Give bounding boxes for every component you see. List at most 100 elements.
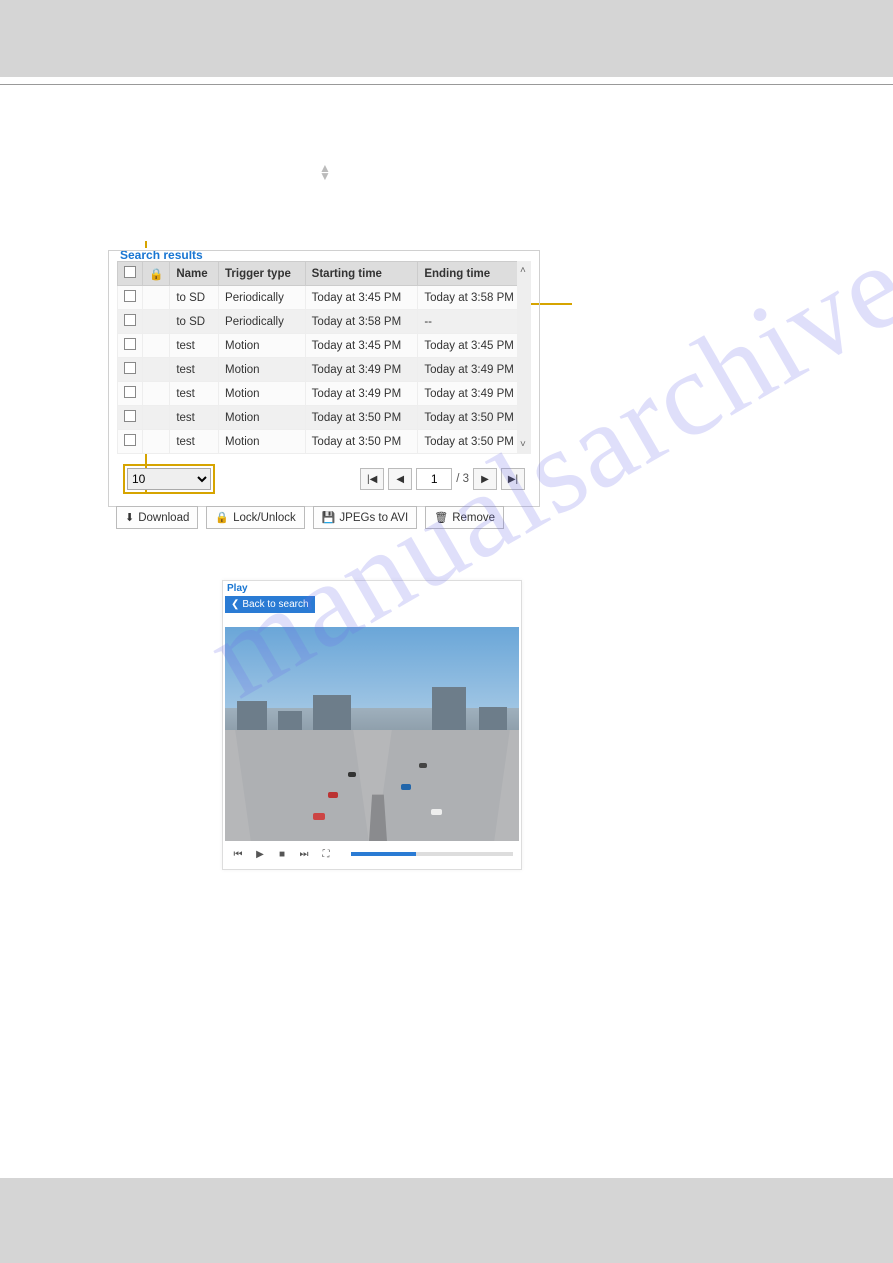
checkbox-icon[interactable]: [124, 362, 136, 374]
next-frame-button[interactable]: ⏭: [297, 847, 311, 861]
results-table: 🔒 Name Trigger type Starting time Ending…: [117, 261, 531, 454]
lock-icon: 🔒: [215, 511, 229, 524]
next-page-button[interactable]: ▶: [473, 468, 497, 490]
row-start: Today at 3:50 PM: [305, 430, 418, 454]
sort-indicator-icon: ▲▼: [319, 164, 331, 180]
page-size-select[interactable]: 10: [127, 468, 211, 490]
back-to-search-button[interactable]: ❮Back to search: [225, 596, 315, 613]
row-end: Today at 3:49 PM: [418, 382, 531, 406]
row-start: Today at 3:58 PM: [305, 310, 418, 334]
row-end: Today at 3:49 PM: [418, 358, 531, 382]
col-trigger[interactable]: Trigger type: [219, 262, 306, 286]
row-checkbox-cell[interactable]: [118, 358, 143, 382]
row-checkbox-cell[interactable]: [118, 310, 143, 334]
play-button[interactable]: ▶: [253, 847, 267, 861]
row-checkbox-cell[interactable]: [118, 286, 143, 310]
lock-label: Lock/Unlock: [233, 512, 296, 524]
back-label: Back to search: [242, 599, 308, 610]
download-label: Download: [138, 512, 189, 524]
table-scrollbar[interactable]: ˄ ˅: [517, 261, 531, 454]
row-end: Today at 3:50 PM: [418, 406, 531, 430]
download-icon: ⬇: [125, 511, 134, 524]
row-name: to SD: [170, 310, 219, 334]
player-title: Play: [225, 583, 519, 596]
row-lock-cell: [143, 286, 170, 310]
pager: 10 |◀ ◀ / 3 ▶ ▶|: [117, 454, 531, 498]
row-lock-cell: [143, 406, 170, 430]
row-trigger: Periodically: [219, 286, 306, 310]
col-end[interactable]: Ending time: [418, 262, 531, 286]
save-icon: 💾: [322, 511, 336, 524]
checkbox-icon[interactable]: [124, 290, 136, 302]
row-checkbox-cell[interactable]: [118, 382, 143, 406]
checkbox-icon[interactable]: [124, 410, 136, 422]
row-start: Today at 3:49 PM: [305, 358, 418, 382]
col-start[interactable]: Starting time: [305, 262, 418, 286]
table-row[interactable]: to SDPeriodicallyToday at 3:45 PMToday a…: [118, 286, 531, 310]
lock-unlock-button[interactable]: 🔒 Lock/Unlock: [206, 506, 304, 529]
table-row[interactable]: testMotionToday at 3:45 PMToday at 3:45 …: [118, 334, 531, 358]
jpeg-to-avi-button[interactable]: 💾JPEGs to AVI: [313, 506, 418, 529]
row-lock-cell: [143, 334, 170, 358]
row-trigger: Motion: [219, 382, 306, 406]
download-button[interactable]: ⬇ Download: [116, 506, 198, 529]
video-player-panel: Play ❮Back to search (TCP-AV) 2016/06/08…: [222, 580, 522, 870]
row-lock-cell: [143, 310, 170, 334]
row-trigger: Motion: [219, 334, 306, 358]
row-end: Today at 3:50 PM: [418, 430, 531, 454]
row-name: test: [170, 358, 219, 382]
row-name: test: [170, 406, 219, 430]
table-row[interactable]: testMotionToday at 3:50 PMToday at 3:50 …: [118, 430, 531, 454]
checkbox-icon[interactable]: [124, 338, 136, 350]
row-start: Today at 3:50 PM: [305, 406, 418, 430]
remove-button[interactable]: 🗑Remove: [425, 506, 504, 529]
progress-fill: [351, 852, 416, 856]
row-end: Today at 3:58 PM: [418, 286, 531, 310]
row-trigger: Motion: [219, 406, 306, 430]
trash-icon: 🗑: [434, 511, 448, 524]
checkbox-icon[interactable]: [124, 314, 136, 326]
table-row[interactable]: testMotionToday at 3:49 PMToday at 3:49 …: [118, 358, 531, 382]
table-row[interactable]: testMotionToday at 3:49 PMToday at 3:49 …: [118, 382, 531, 406]
row-end: Today at 3:45 PM: [418, 334, 531, 358]
jpeg-label: JPEGs to AVI: [339, 512, 408, 524]
header-bar: [0, 0, 893, 77]
prev-frame-button[interactable]: ⏮: [231, 847, 245, 861]
col-lock-icon: 🔒: [143, 262, 170, 286]
action-bar: ⬇ Download 🔒 Lock/Unlock 💾JPEGs to AVI 🗑Re…: [116, 506, 504, 529]
row-checkbox-cell[interactable]: [118, 430, 143, 454]
row-lock-cell: [143, 382, 170, 406]
row-name: to SD: [170, 286, 219, 310]
stop-button[interactable]: ■: [275, 847, 289, 861]
last-page-button[interactable]: ▶|: [501, 468, 525, 490]
row-lock-cell: [143, 358, 170, 382]
scroll-down-icon[interactable]: ˅: [520, 439, 526, 450]
col-name[interactable]: Name: [170, 262, 219, 286]
row-trigger: Periodically: [219, 310, 306, 334]
row-trigger: Motion: [219, 358, 306, 382]
fullscreen-button[interactable]: ⛶: [319, 847, 333, 861]
row-checkbox-cell[interactable]: [118, 406, 143, 430]
total-pages-label: / 3: [456, 473, 469, 485]
scroll-up-icon[interactable]: ˄: [520, 265, 526, 276]
col-select-all[interactable]: [118, 262, 143, 286]
row-lock-cell: [143, 430, 170, 454]
checkbox-icon[interactable]: [124, 386, 136, 398]
row-start: Today at 3:45 PM: [305, 334, 418, 358]
current-page-input[interactable]: [416, 468, 452, 490]
first-page-button[interactable]: |◀: [360, 468, 384, 490]
progress-bar[interactable]: [351, 852, 513, 856]
row-start: Today at 3:45 PM: [305, 286, 418, 310]
table-row[interactable]: to SDPeriodicallyToday at 3:58 PM--: [118, 310, 531, 334]
search-results-panel: 🔒 Name Trigger type Starting time Ending…: [108, 250, 540, 507]
checkbox-icon[interactable]: [124, 266, 136, 278]
row-checkbox-cell[interactable]: [118, 334, 143, 358]
checkbox-icon[interactable]: [124, 434, 136, 446]
video-area[interactable]: (TCP-AV) 2016/06/08 18:41:39: [225, 627, 519, 841]
prev-page-button[interactable]: ◀: [388, 468, 412, 490]
row-name: test: [170, 382, 219, 406]
table-row[interactable]: testMotionToday at 3:50 PMToday at 3:50 …: [118, 406, 531, 430]
row-name: test: [170, 430, 219, 454]
row-start: Today at 3:49 PM: [305, 382, 418, 406]
player-controls: ⏮ ▶ ■ ⏭ ⛶: [225, 841, 519, 867]
